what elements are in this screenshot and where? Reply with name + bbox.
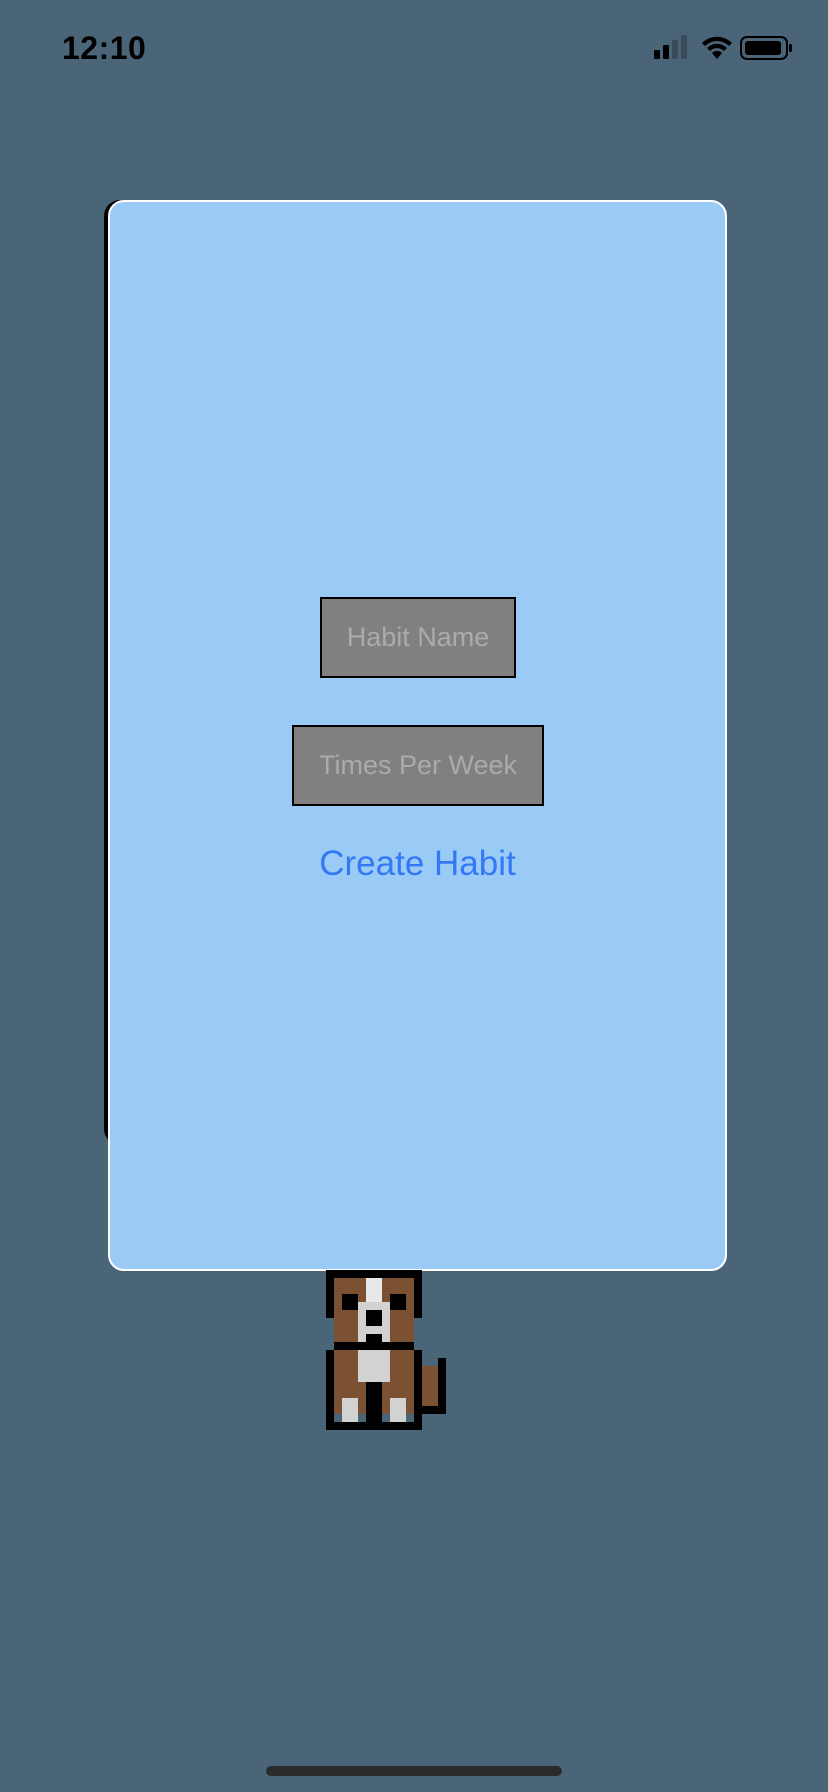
battery-icon bbox=[740, 35, 794, 66]
status-bar: 12:10 bbox=[0, 0, 828, 100]
cellular-signal-icon bbox=[654, 35, 688, 66]
status-time: 12:10 bbox=[62, 30, 147, 66]
times-per-week-placeholder: Times Per Week bbox=[318, 750, 518, 780]
home-indicator[interactable] bbox=[266, 1766, 562, 1776]
habit-name-field[interactable]: Habit Name bbox=[320, 597, 516, 678]
times-per-week-field[interactable]: Times Per Week bbox=[292, 725, 544, 806]
create-habit-button[interactable]: Create Habit bbox=[110, 844, 725, 884]
pixel-dog-icon bbox=[318, 1270, 510, 1462]
create-habit-modal: Habit Name Times Per Week Create Habit bbox=[108, 200, 727, 1271]
habit-name-placeholder: Habit Name bbox=[346, 622, 490, 652]
wifi-icon bbox=[700, 35, 734, 66]
